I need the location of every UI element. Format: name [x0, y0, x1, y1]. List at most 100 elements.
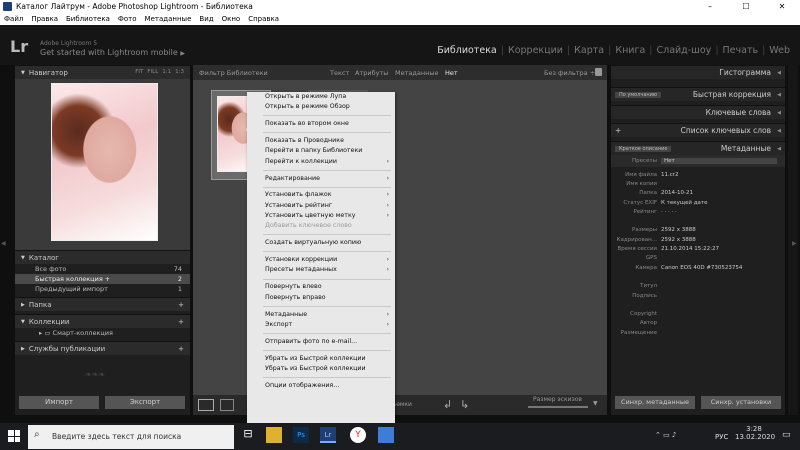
catalog-item-quick[interactable]: Быстрая коллекция + 2: [15, 274, 190, 284]
metadata-preset-select[interactable]: Нет: [661, 158, 777, 164]
sync-settings-button[interactable]: Синхр. установки: [701, 396, 781, 409]
lock-icon[interactable]: [595, 68, 602, 76]
context-menu-item[interactable]: Повернуть влево: [247, 282, 395, 292]
context-menu-item[interactable]: Показать во втором окне: [247, 119, 395, 129]
module-library[interactable]: Библиотека: [433, 45, 501, 56]
filter-metadata[interactable]: Метаданные: [395, 69, 439, 77]
add-publish-icon[interactable]: +: [178, 345, 184, 353]
catalog-header[interactable]: ▼ Каталог: [15, 250, 190, 264]
context-menu-item[interactable]: Показать в Проводнике: [247, 136, 395, 146]
metadata-row[interactable]: Время сессии 21.10.2014 15:22:27: [611, 244, 785, 253]
photoshop-icon[interactable]: Ps: [293, 427, 309, 443]
navigator-header[interactable]: ▼ Навигатор FIT FILL 1:1 1:3: [15, 65, 190, 79]
metadata-row[interactable]: Размещение: [611, 328, 785, 337]
add-folder-icon[interactable]: +: [178, 301, 184, 309]
clock[interactable]: 3:28 13.02.2020: [735, 425, 775, 441]
menu-edit[interactable]: Правка: [31, 13, 58, 25]
menu-help[interactable]: Справка: [248, 13, 279, 25]
context-menu-item[interactable]: Открыть в режиме Лупа: [247, 92, 395, 102]
nav-1-1[interactable]: 1:1: [162, 69, 171, 75]
context-menu-item[interactable]: Повернуть вправо: [247, 293, 395, 303]
context-menu-item[interactable]: Установить флажок ›: [247, 190, 395, 200]
sync-metadata-button[interactable]: Синхр. метаданные: [615, 396, 695, 409]
default-preset-select[interactable]: По умолчанию: [615, 91, 662, 98]
context-menu-item[interactable]: Опции отображения...: [247, 381, 395, 391]
metadata-row[interactable]: GPS: [611, 254, 785, 263]
quick-develop-header[interactable]: По умолчанию Быстрая коррекция: [611, 87, 785, 101]
context-menu-item[interactable]: Пресеты метаданных ›: [247, 265, 395, 275]
context-menu-item[interactable]: Установить цветную метку ›: [247, 211, 395, 221]
notifications-icon[interactable]: ▭: [782, 430, 791, 440]
menu-file[interactable]: Файл: [4, 13, 23, 25]
folders-header[interactable]: ▶ Папка +: [15, 297, 190, 311]
keywording-header[interactable]: Ключевые слова: [611, 105, 785, 119]
metadata-row[interactable]: Рейтинг · · · · ·: [611, 207, 785, 216]
nav-1-3[interactable]: 1:3: [175, 69, 184, 75]
context-menu-item[interactable]: Установки коррекции ›: [247, 255, 395, 265]
mobile-promo[interactable]: Get started with Lightroom mobile ▶: [40, 48, 185, 57]
export-button[interactable]: Экспорт: [105, 396, 185, 409]
start-button[interactable]: [8, 430, 20, 442]
context-menu-item[interactable]: Перейти в папку Библиотеки: [247, 146, 395, 156]
smart-collection-item[interactable]: ▸ ▭ Смарт-коллекция: [15, 328, 190, 338]
context-menu-item[interactable]: Перейти к коллекции ›: [247, 157, 395, 167]
add-collection-icon[interactable]: +: [178, 318, 184, 326]
menu-view[interactable]: Вид: [199, 13, 213, 25]
filter-preset[interactable]: Без фильтра ÷: [544, 69, 595, 77]
catalog-item-previous[interactable]: Предыдущий импорт 1: [15, 284, 190, 294]
module-map[interactable]: Карта: [570, 45, 608, 56]
metadata-view-select[interactable]: Краткое описание: [615, 145, 672, 152]
left-panel-toggle[interactable]: ◀: [1, 240, 6, 247]
metadata-row[interactable]: Имя копии: [611, 179, 785, 188]
module-book[interactable]: Книга: [611, 45, 649, 56]
metadata-row[interactable]: Размеры 2592 x 3888: [611, 226, 785, 235]
filter-none[interactable]: Нет: [445, 69, 458, 77]
menu-window[interactable]: Окно: [222, 13, 241, 25]
context-menu-item[interactable]: Редактирование ›: [247, 174, 395, 184]
menu-library[interactable]: Библиотека: [66, 13, 110, 25]
module-develop[interactable]: Коррекции: [504, 45, 567, 56]
context-menu-item[interactable]: Установить рейтинг ›: [247, 201, 395, 211]
metadata-row[interactable]: Кадрирован... 2592 x 3888: [611, 235, 785, 244]
metadata-row[interactable]: Камера Canon EOS 40D #730523754: [611, 263, 785, 272]
keyword-list-header[interactable]: + Список ключевых слов: [611, 123, 785, 137]
metadata-row[interactable]: Автор: [611, 319, 785, 328]
grid-view-icon[interactable]: [198, 399, 214, 411]
metadata-row[interactable]: Титул: [611, 282, 785, 291]
nav-fill[interactable]: FILL: [147, 69, 158, 75]
context-menu-item[interactable]: Создать виртуальную копию: [247, 238, 395, 248]
context-menu-item[interactable]: Убрать из Быстрой коллекции: [247, 354, 395, 364]
thumb-size-slider[interactable]: [528, 406, 588, 408]
yandex-browser-icon[interactable]: Y: [350, 427, 366, 443]
metadata-row[interactable]: Copyright: [611, 309, 785, 318]
context-menu-item[interactable]: Открыть в режиме Обзор: [247, 102, 395, 112]
filter-attribute[interactable]: Атрибуты: [355, 69, 388, 77]
metadata-row[interactable]: Статус EXIF К текущей дате: [611, 198, 785, 207]
navigator-preview[interactable]: [15, 79, 190, 259]
catalog-item-all[interactable]: Все фото 74: [15, 264, 190, 274]
publish-header[interactable]: ▶ Службы публикации +: [15, 341, 190, 355]
loupe-view-icon[interactable]: [220, 399, 234, 411]
histogram-header[interactable]: Гистограмма: [611, 65, 785, 79]
rotate-left-icon[interactable]: ↲: [443, 398, 452, 411]
task-view-icon[interactable]: ⊟: [240, 427, 256, 443]
module-slideshow[interactable]: Слайд-шоу: [652, 45, 715, 56]
context-menu-item[interactable]: Убрать из Быстрой коллекции: [247, 364, 395, 374]
module-web[interactable]: Web: [765, 45, 794, 56]
tray-icons[interactable]: ⌃ ▭ ♪: [655, 431, 676, 439]
collections-header[interactable]: ▼ Коллекции +: [15, 314, 190, 328]
monitor-app-icon[interactable]: [378, 427, 394, 443]
context-menu-item[interactable]: Экспорт ›: [247, 320, 395, 330]
import-button[interactable]: Импорт: [19, 396, 99, 409]
file-explorer-icon[interactable]: [266, 427, 282, 443]
add-keyword-icon[interactable]: +: [615, 126, 621, 135]
module-print[interactable]: Печать: [719, 45, 763, 56]
taskbar-search[interactable]: ⌕ Введите здесь текст для поиска: [28, 425, 234, 449]
metadata-row[interactable]: Папка 2014-10-21: [611, 189, 785, 198]
filter-text[interactable]: Текст: [330, 69, 349, 77]
metadata-row[interactable]: Имя файла 11.cr2: [611, 170, 785, 179]
nav-fit[interactable]: FIT: [135, 69, 143, 75]
lightroom-taskbar-icon[interactable]: Lr: [320, 427, 336, 443]
menu-photo[interactable]: Фото: [118, 13, 137, 25]
menu-metadata[interactable]: Метаданные: [145, 13, 192, 25]
